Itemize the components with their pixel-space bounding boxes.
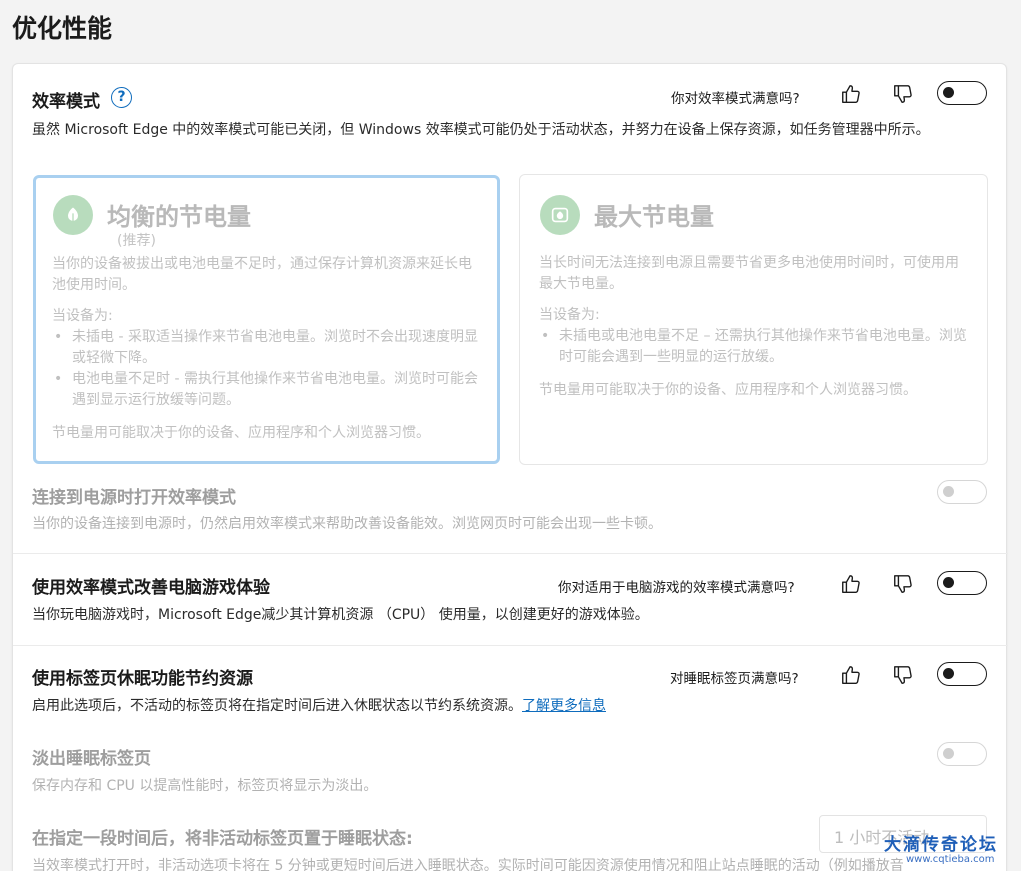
sleep-after-title: 在指定一段时间后，将非活动标签页置于睡眠状态: [32, 829, 413, 849]
help-icon[interactable]: ? [111, 87, 132, 108]
power-connected-title: 连接到电源时打开效率模式 [32, 488, 236, 508]
maximum-note: 节电量用可能取决于你的设备、应用程序和个人浏览器习惯。 [539, 382, 917, 398]
thumbs-down-icon[interactable] [892, 83, 914, 105]
sleeping-tabs-description: 启用此选项后，不活动的标签页将在指定时间后进入休眠状态以节约系统资源。了解更多信… [32, 696, 972, 717]
list-item: 电池电量不足时 - 需执行其他操作来节省电池电量。浏览时可能会遇到显示运行放缓等… [52, 369, 480, 411]
fade-tabs-title: 淡出睡眠标签页 [32, 749, 151, 769]
thumbs-down-icon[interactable] [892, 664, 914, 686]
sleep-after-description: 当效率模式打开时，非活动选项卡将在 5 分钟或更短时间后进入睡眠状态。实际时间可… [32, 858, 904, 871]
thumbs-up-icon[interactable] [840, 573, 862, 595]
balanced-title: 均衡的节电量 [107, 203, 251, 231]
power-connected-description: 当你的设备连接到电源时，仍然启用效率模式来帮助改善设备能效。浏览网页时可能会出现… [32, 516, 662, 532]
efficiency-mode-toggle[interactable] [937, 81, 987, 105]
gaming-feedback-question: 你对适用于电脑游戏的效率模式满意吗? [558, 580, 795, 596]
list-item: 未插电或电池电量不足 – 还需执行其他操作来节省电池电量。浏览时可能会遇到一些明… [539, 326, 969, 368]
maximum-when-label: 当设备为: [539, 307, 600, 323]
thumbs-down-icon[interactable] [892, 573, 914, 595]
sleep-after-select[interactable]: 1 小时不活动 [819, 815, 987, 853]
learn-more-link[interactable]: 了解更多信息 [522, 698, 606, 714]
gaming-description: 当你玩电脑游戏时，Microsoft Edge减少其计算机资源 （CPU） 使用… [32, 607, 649, 623]
efficiency-description: 虽然 Microsoft Edge 中的效率模式可能已关闭，但 Windows … [32, 122, 930, 138]
thumbs-up-icon[interactable] [840, 664, 862, 686]
gaming-toggle[interactable] [937, 571, 987, 595]
efficiency-title: 效率模式 [32, 92, 100, 112]
balanced-description: 当你的设备被拔出或电池电量不足时，通过保存计算机资源来延长电池使用时间。 [52, 256, 472, 293]
battery-leaf-icon [540, 195, 580, 235]
divider [13, 645, 1008, 646]
fade-tabs-description: 保存内存和 CPU 以提高性能时，标签页将显示为淡出。 [32, 778, 378, 794]
balanced-savings-option[interactable]: 均衡的节电量 (推荐) 当你的设备被拔出或电池电量不足时，通过保存计算机资源来延… [33, 175, 500, 464]
fade-tabs-toggle[interactable] [937, 742, 987, 766]
page-title: 优化性能 [12, 14, 113, 43]
thumbs-up-icon[interactable] [840, 83, 862, 105]
maximum-description: 当长时间无法连接到电源且需要节省更多电池使用时间时，可使用用最大节电量。 [539, 255, 959, 292]
list-item: 未插电 - 采取适当操作来节省电池电量。浏览时不会出现速度明显或轻微下降。 [52, 327, 480, 369]
efficiency-feedback-question: 你对效率模式满意吗? [671, 91, 800, 107]
gaming-title: 使用效率模式改善电脑游戏体验 [32, 578, 270, 598]
sleeping-tabs-title: 使用标签页休眠功能节约资源 [32, 669, 253, 689]
settings-card: 效率模式 ? 你对效率模式满意吗? 虽然 Microsoft Edge 中的效率… [12, 63, 1008, 871]
balanced-note: 节电量用可能取决于你的设备、应用程序和个人浏览器习惯。 [52, 425, 430, 441]
sleeping-tabs-toggle[interactable] [937, 662, 987, 686]
sleeping-tabs-description-text: 启用此选项后，不活动的标签页将在指定时间后进入休眠状态以节约系统资源。 [32, 698, 522, 714]
leaf-icon [53, 195, 93, 235]
sleeping-tabs-feedback-question: 对睡眠标签页满意吗? [670, 671, 799, 687]
balanced-when-label: 当设备为: [52, 308, 113, 324]
power-connected-toggle[interactable] [937, 480, 987, 504]
balanced-bullet-list: 未插电 - 采取适当操作来节省电池电量。浏览时不会出现速度明显或轻微下降。 电池… [52, 327, 480, 411]
maximum-title: 最大节电量 [594, 203, 714, 231]
balanced-subtitle: (推荐) [117, 233, 156, 249]
maximum-savings-option[interactable]: 最大节电量 当长时间无法连接到电源且需要节省更多电池使用时间时，可使用用最大节电… [519, 174, 988, 465]
divider [13, 553, 1008, 554]
maximum-bullet-list: 未插电或电池电量不足 – 还需执行其他操作来节省电池电量。浏览时可能会遇到一些明… [539, 326, 969, 368]
